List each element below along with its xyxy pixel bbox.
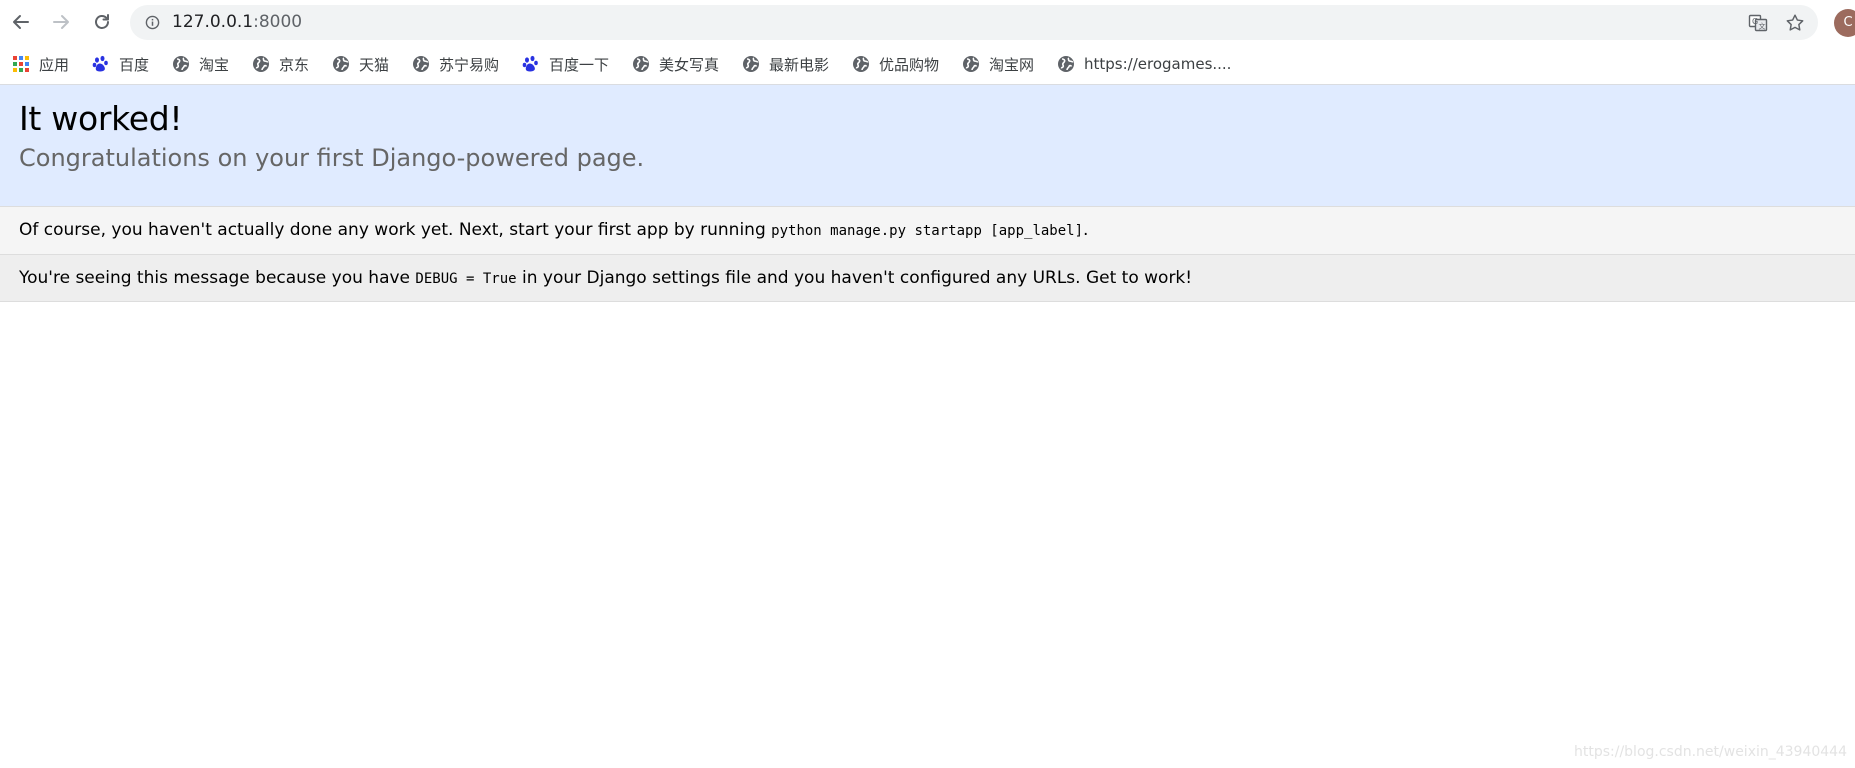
reload-icon — [95, 14, 109, 29]
baidu-paw-icon — [522, 55, 538, 72]
reload-button[interactable] — [89, 9, 115, 35]
explanation-text-before: You're seeing this message because you h… — [19, 268, 416, 288]
bookmark-movies[interactable]: 最新电影 — [742, 44, 829, 84]
url-host: 127.0.0.1 — [172, 12, 254, 32]
watermark-text: https://blog.csdn.net/weixin_43940444 — [1573, 744, 1847, 760]
svg-text:G: G — [1752, 17, 1758, 26]
globe-icon — [853, 56, 869, 72]
bookmark-taobao-net[interactable]: 淘宝网 — [962, 44, 1034, 84]
page-title: It worked! — [19, 99, 183, 138]
translate-icon[interactable]: G 文 — [1748, 13, 1768, 33]
bookmark-label: 美女写真 — [659, 55, 720, 74]
bookmarks-bar: 应用 百度 淘宝 京东 天猫 苏宁易购 百度一下 美女写真 最新电影 优品购物 … — [0, 44, 1855, 85]
globe-icon — [633, 56, 649, 72]
info-icon[interactable] — [145, 15, 160, 30]
bookmark-taobao[interactable]: 淘宝 — [172, 44, 229, 84]
instructions-text-after: . — [1083, 220, 1089, 240]
explanation-text: You're seeing this message because you h… — [19, 255, 1192, 301]
bookmark-label: 最新电影 — [769, 55, 830, 74]
globe-icon — [743, 56, 759, 72]
bookmark-label: 天猫 — [359, 55, 390, 74]
page-subtitle: Congratulations on your first Django-pow… — [19, 144, 645, 172]
back-button[interactable] — [8, 9, 34, 35]
bookmark-photos[interactable]: 美女写真 — [632, 44, 719, 84]
startapp-command: python manage.py startapp [app_label] — [771, 223, 1084, 239]
bookmark-label: 百度一下 — [549, 55, 610, 74]
back-arrow-icon — [13, 15, 29, 29]
globe-icon — [173, 56, 189, 72]
bookmark-suning[interactable]: 苏宁易购 — [412, 44, 499, 84]
page-content: It worked! Congratulations on your first… — [0, 85, 1855, 768]
star-icon[interactable] — [1784, 12, 1806, 34]
bookmark-jd[interactable]: 京东 — [252, 44, 309, 84]
bookmark-apps[interactable]: 应用 — [12, 44, 69, 84]
instructions-section: Of course, you haven't actually done any… — [0, 207, 1855, 255]
url-text[interactable]: 127.0.0.1:8000 — [172, 5, 302, 40]
bookmark-label: 应用 — [39, 55, 70, 74]
bookmark-baidu[interactable]: 百度 — [92, 44, 149, 84]
forward-arrow-icon — [53, 15, 69, 29]
instructions-text: Of course, you haven't actually done any… — [19, 207, 1088, 254]
bookmark-shopping[interactable]: 优品购物 — [852, 44, 939, 84]
bookmark-label: https://erogames.... — [1084, 55, 1232, 73]
globe-icon — [1058, 56, 1074, 72]
instructions-text-before: Of course, you haven't actually done any… — [19, 220, 772, 240]
bookmark-label: 淘宝 — [199, 55, 230, 74]
bookmark-erogames[interactable]: https://erogames.... — [1057, 44, 1231, 84]
forward-button[interactable] — [48, 9, 74, 35]
debug-setting: DEBUG = True — [415, 271, 517, 287]
globe-icon — [963, 56, 979, 72]
bookmark-label: 京东 — [279, 55, 310, 74]
globe-icon — [253, 56, 269, 72]
bookmark-label: 百度 — [119, 55, 150, 74]
bookmark-baidu-search[interactable]: 百度一下 — [522, 44, 609, 84]
explanation-section: You're seeing this message because you h… — [0, 255, 1855, 302]
url-port: :8000 — [253, 12, 303, 32]
explanation-text-after: in your Django settings file and you hav… — [516, 268, 1193, 288]
bookmark-tmall[interactable]: 天猫 — [332, 44, 389, 84]
apps-grid-icon — [13, 56, 29, 72]
globe-icon — [333, 56, 349, 72]
address-bar[interactable]: 127.0.0.1:8000 G 文 — [130, 5, 1818, 40]
svg-text:文: 文 — [1759, 22, 1766, 31]
browser-toolbar: 127.0.0.1:8000 G 文 C — [0, 0, 1855, 44]
profile-avatar[interactable]: C — [1834, 9, 1855, 37]
summary-section: It worked! Congratulations on your first… — [0, 85, 1855, 207]
baidu-paw-icon — [92, 55, 108, 72]
globe-icon — [413, 56, 429, 72]
bookmark-label: 苏宁易购 — [439, 55, 500, 74]
bookmark-label: 淘宝网 — [989, 55, 1035, 74]
bookmark-label: 优品购物 — [879, 55, 940, 74]
